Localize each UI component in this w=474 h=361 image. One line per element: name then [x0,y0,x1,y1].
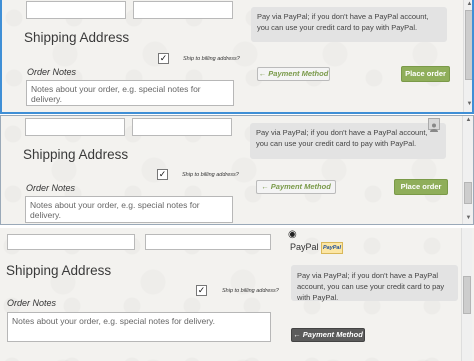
order-notes-textarea[interactable]: Notes about your order, e.g. special not… [7,312,271,342]
shipping-address-heading: Shipping Address [6,263,112,278]
scroll-down-icon[interactable]: ▼ [465,101,472,107]
scrollbar-thumb[interactable] [464,182,472,204]
order-notes-label: Order Notes [27,67,77,77]
paypal-label: PayPal [290,242,319,252]
checkout-panel-1: Shipping Address ✓ Ship to billing addre… [0,0,474,114]
scrollbar-3[interactable] [461,228,472,361]
ship-to-billing-checkbox[interactable]: ✓ [196,285,207,296]
order-notes-label: Order Notes [26,183,76,193]
billing-field-right[interactable] [145,234,271,250]
user-icon [428,118,440,132]
ship-to-billing-label: Ship to billing address? [222,288,279,294]
billing-field-right[interactable] [133,1,233,19]
ship-to-billing-label: Ship to billing address? [183,56,240,62]
checkout-panel-2: Shipping Address ✓ Ship to billing addre… [0,115,474,225]
scrollbar-1[interactable]: ▲ ▼ [463,0,472,112]
scrollbar-2[interactable]: ▲ ▼ [462,116,473,224]
place-order-button[interactable]: Place order [401,66,450,82]
paypal-description-box: Pay via PayPal; if you don't have a PayP… [251,7,447,42]
billing-field-right[interactable] [132,118,232,136]
paypal-description-box: Pay via PayPal; if you don't have a PayP… [250,123,446,159]
scrollbar-thumb[interactable] [463,276,471,314]
place-order-button[interactable]: Place order [394,179,448,195]
order-notes-textarea[interactable]: Notes about your order, e.g. special not… [25,196,233,223]
ship-to-billing-label: Ship to billing address? [182,172,239,178]
scroll-up-icon[interactable]: ▲ [464,117,473,123]
order-notes-label: Order Notes [7,298,57,308]
paypal-description-box: Pay via PayPal; if you don't have a PayP… [291,265,458,302]
shipping-address-heading: Shipping Address [24,30,130,45]
paypal-radio-icon[interactable]: ◉ [288,229,297,240]
scroll-down-icon[interactable]: ▼ [464,215,473,221]
billing-field-left[interactable] [7,234,135,250]
shipping-address-heading: Shipping Address [23,147,129,162]
payment-method-button[interactable]: ← Payment Method [256,180,336,194]
ship-to-billing-checkbox[interactable]: ✓ [158,53,169,64]
checkout-panel-3: Shipping Address ✓ Ship to billing addre… [0,228,474,361]
payment-method-button[interactable]: ← Payment Method [257,67,330,81]
ship-to-billing-checkbox[interactable]: ✓ [157,169,168,180]
billing-field-left[interactable] [26,1,126,19]
payment-method-button[interactable]: ← Payment Method [291,328,365,342]
order-notes-textarea[interactable]: Notes about your order, e.g. special not… [26,80,234,106]
billing-field-left[interactable] [25,118,125,136]
scroll-up-icon[interactable]: ▲ [465,1,472,7]
paypal-logo: PayPal [321,242,343,254]
scrollbar-thumb[interactable] [465,10,472,80]
